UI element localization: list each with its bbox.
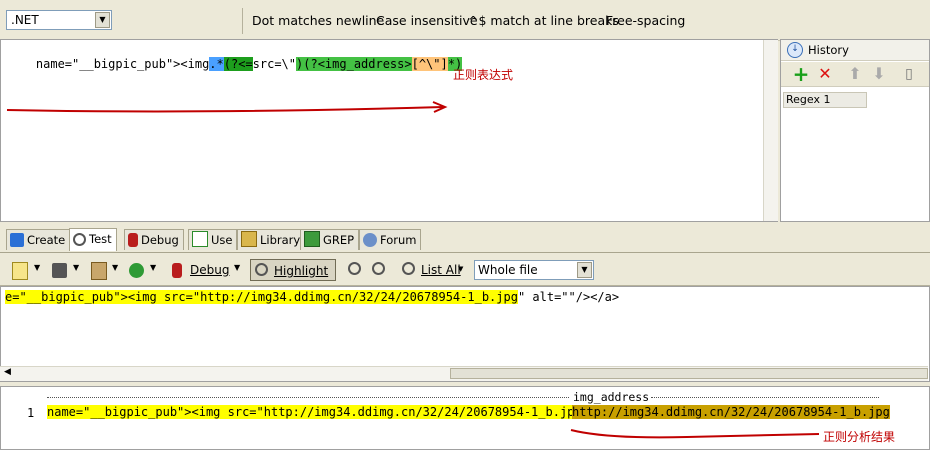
regex-char-class: [^\"]: [411, 57, 448, 71]
tab-label: GREP: [323, 233, 355, 247]
regex-lookbehind-open: (?<=: [223, 57, 253, 71]
option-free-spacing[interactable]: Free-spacing: [606, 13, 685, 28]
regex-named-group-open: )(?<img_address>: [296, 57, 412, 71]
regex-dot-star: .*: [209, 57, 224, 71]
tab-label: Test: [89, 232, 112, 246]
paste-icon[interactable]: [91, 262, 107, 280]
scroll-left-icon[interactable]: ◀: [4, 367, 11, 377]
create-icon: [10, 233, 24, 247]
flavor-value: .NET: [11, 13, 39, 27]
scroll-thumb[interactable]: [450, 368, 928, 379]
grep-icon: [304, 231, 320, 247]
option-match-at-line-breaks[interactable]: ^$ match at line breaks: [468, 13, 619, 28]
debug-button[interactable]: Debug: [190, 263, 229, 277]
run-icon[interactable]: [129, 263, 144, 278]
options-bar: .NET ▼ Dot matches newline Case insensit…: [0, 0, 930, 41]
highlight-button[interactable]: Highlight: [250, 259, 336, 281]
use-icon: [192, 231, 208, 247]
magnifier-icon: [255, 263, 268, 276]
history-title: History: [808, 43, 849, 57]
forum-icon: [363, 233, 377, 247]
subject-rest: " alt=""/></a>: [517, 290, 620, 304]
regex-lookbehind-text: src=\": [252, 57, 297, 71]
tab-forum[interactable]: Forum: [359, 229, 422, 250]
subject-text[interactable]: e="__bigpic_pub"><img src="http://img34.…: [5, 290, 619, 304]
regex-editor[interactable]: name="__bigpic_pub"><img.*(?<=src=\")(?<…: [0, 39, 778, 222]
group-0-bracket: [47, 397, 569, 398]
magnifier-icon: [73, 233, 86, 246]
add-icon[interactable]: +: [791, 64, 811, 84]
chevron-down-icon[interactable]: ▼: [234, 263, 240, 272]
chevron-down-icon[interactable]: ▼: [95, 12, 110, 28]
match-results-panel: img_address 1 name="__bigpic_pub"><img s…: [0, 386, 930, 450]
history-toolbar: + ✕ ⬆ ⬇ ▯: [781, 62, 929, 87]
regex-scrollbar[interactable]: [763, 40, 778, 221]
subject-match: e="__bigpic_pub"><img src="http://img34.…: [5, 290, 518, 304]
history-icon: ↓: [787, 42, 803, 58]
tab-label: Use: [211, 233, 233, 247]
tab-bar: Create Test Debug Use Library GREP Forum: [0, 226, 930, 253]
history-header: ↓ History: [781, 40, 929, 61]
match-row-number: 1: [27, 406, 35, 420]
option-case-insensitive[interactable]: Case insensitive: [376, 13, 478, 28]
result-annotation: 正则分析结果: [823, 430, 896, 444]
scope-select[interactable]: Whole file ▼: [474, 260, 594, 280]
list-all-button[interactable]: List All: [421, 263, 461, 277]
chevron-down-icon[interactable]: ▼: [458, 265, 463, 273]
divider: [242, 8, 243, 34]
result-underline: [570, 429, 820, 439]
scope-value: Whole file: [478, 263, 538, 277]
new-document-icon[interactable]: ▯: [899, 64, 919, 84]
annotation-arrow: [6, 101, 448, 113]
match-full-text[interactable]: name="__bigpic_pub"><img src="http://img…: [47, 405, 582, 419]
move-down-icon[interactable]: ⬇: [869, 64, 889, 84]
match-group-img-address[interactable]: http://img34.ddimg.cn/32/24/20678954-1_b…: [572, 405, 890, 419]
list-icon: [402, 262, 415, 275]
tab-label: Library: [260, 233, 301, 247]
history-item-regex-1[interactable]: Regex 1: [783, 92, 867, 108]
tab-test[interactable]: Test: [69, 228, 117, 251]
chevron-down-icon[interactable]: ▼: [150, 263, 156, 272]
tab-label: Forum: [380, 233, 417, 247]
tab-create[interactable]: Create: [6, 229, 71, 250]
chevron-down-icon[interactable]: ▼: [112, 263, 118, 272]
test-toolbar: ▼ ▼ ▼ ▼ Debug ▼ Highlight List All ▼ Who…: [0, 255, 930, 286]
flavor-select[interactable]: .NET ▼: [6, 10, 112, 30]
tab-label: Create: [27, 233, 66, 247]
bug-icon: [172, 263, 182, 278]
group-name-label: img_address: [573, 390, 650, 404]
move-up-icon[interactable]: ⬆: [845, 64, 865, 84]
open-file-icon[interactable]: [12, 262, 28, 280]
highlight-label: Highlight: [274, 264, 329, 278]
library-icon: [241, 231, 257, 247]
subject-scrollbar[interactable]: ◀: [0, 366, 928, 381]
bug-icon: [128, 233, 138, 247]
history-panel: ↓ History + ✕ ⬆ ⬇ ▯ Regex 1: [780, 39, 930, 222]
regex-annotation: 正则表达式: [453, 68, 514, 82]
delete-icon[interactable]: ✕: [815, 64, 835, 84]
previous-match-icon[interactable]: [348, 262, 361, 275]
chevron-down-icon[interactable]: ▼: [73, 263, 79, 272]
tab-grep[interactable]: GREP: [300, 229, 360, 250]
tab-debug[interactable]: Debug: [124, 229, 184, 250]
tab-label: Debug: [141, 233, 179, 247]
tab-use[interactable]: Use: [188, 229, 238, 250]
group-bracket-right: [651, 397, 879, 398]
chevron-down-icon[interactable]: ▼: [577, 262, 592, 278]
regex-text[interactable]: name="__bigpic_pub"><img.*(?<=src=\")(?<…: [7, 43, 463, 85]
tab-library[interactable]: Library: [237, 229, 306, 250]
option-dot-matches-newline[interactable]: Dot matches newline: [252, 13, 384, 28]
next-match-icon[interactable]: [372, 262, 385, 275]
regex-literal: name="__bigpic_pub"><img: [35, 57, 210, 71]
save-icon[interactable]: [52, 263, 67, 278]
chevron-down-icon[interactable]: ▼: [34, 263, 40, 272]
